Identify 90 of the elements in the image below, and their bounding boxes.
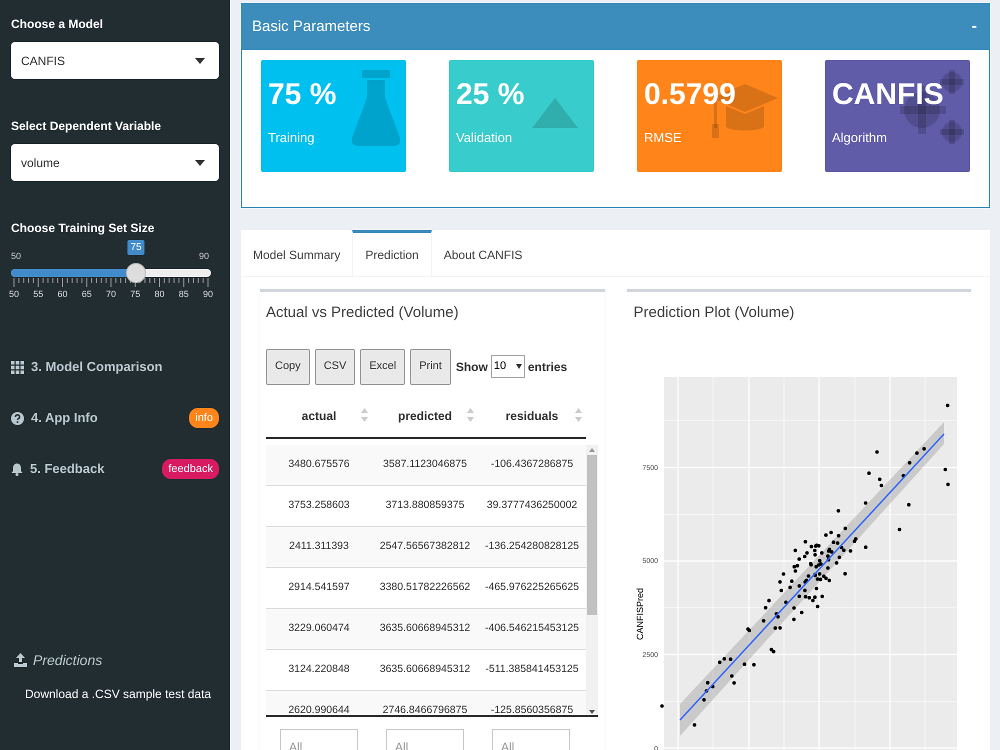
export-button[interactable]: Excel — [360, 348, 406, 384]
table-cell-text: 3587.1123046875 — [382, 456, 468, 472]
menu-badge: info — [189, 408, 219, 428]
export-button[interactable]: Print — [410, 348, 451, 384]
slider-value-label: 75 — [127, 240, 145, 255]
panel-title: Actual vs Predicted (Volume) — [266, 303, 460, 323]
column-header[interactable]: actual — [266, 406, 372, 424]
panel-title: Prediction Plot (Volume) — [634, 303, 796, 323]
slider-tick-label: 85 — [178, 288, 190, 301]
slider-tick-label: 70 — [105, 288, 117, 301]
caret-icon — [195, 58, 205, 64]
table-cell-text: -136.254280828125 — [484, 538, 580, 554]
tab[interactable]: Model Summary — [241, 230, 352, 276]
grid-icon — [11, 360, 24, 374]
triangle-icon — [532, 98, 578, 128]
slider-tick-label: 90 — [202, 288, 214, 301]
column-header[interactable]: predicted — [372, 406, 478, 424]
select-dropdown[interactable]: volume — [11, 144, 219, 181]
slider-tick-label: 60 — [56, 288, 68, 301]
section-title: Predictions — [33, 650, 102, 670]
value-box-number: 75 % — [268, 78, 336, 111]
slider-max-label: 90 — [198, 250, 209, 263]
select-dropdown[interactable]: CANFIS — [11, 42, 219, 79]
slider-min-label: 50 — [11, 250, 22, 263]
slider-tick-label: 80 — [154, 288, 166, 301]
value-box-label: RMSE — [644, 130, 682, 145]
table-cell-text: 3480.675576 — [287, 456, 351, 472]
table-cell-text: -465.976225265625 — [484, 580, 580, 595]
slider-tick-label: 55 — [32, 288, 44, 301]
table-cell-text: 2547.56567382812 — [378, 538, 472, 554]
slider-thumb[interactable] — [126, 263, 146, 283]
slider-tick-label: 50 — [8, 288, 20, 301]
caret-icon — [195, 160, 205, 166]
menu-label: 4. App Info — [31, 409, 98, 428]
value-box-label: Training — [268, 130, 314, 145]
table-cell-text: 3124.220848 — [287, 662, 351, 677]
sort-icon — [467, 408, 474, 422]
input-label: Choose Training Set Size — [11, 220, 156, 237]
upload-icon — [14, 653, 27, 667]
table-cell-text: 3713.880859375 — [384, 498, 466, 513]
table-cell-text: 2914.541597 — [287, 580, 351, 595]
table-cell-text: 3635.60668945312 — [378, 662, 472, 677]
export-button[interactable]: CSV — [314, 348, 356, 384]
slider-tick-label: 65 — [80, 288, 93, 301]
scrollbar[interactable] — [586, 444, 598, 714]
menu-item[interactable]: 5. Feedback feedback — [0, 444, 230, 494]
table-cell-text: -406.546215453125 — [484, 620, 580, 636]
menu-label: 3. Model Comparison — [31, 358, 162, 376]
bell-icon — [11, 462, 23, 476]
sort-icon — [361, 408, 368, 422]
input-label: Choose a Model — [11, 16, 104, 33]
menu-item[interactable]: 4. App Info info — [0, 392, 230, 444]
column-header[interactable]: residuals — [478, 406, 586, 424]
value-box-number: 25 % — [456, 78, 524, 111]
slider-track[interactable] — [11, 269, 211, 277]
scrollbar-thumb[interactable] — [587, 454, 597, 614]
table-cell-text: -511.385841453125 — [484, 662, 580, 677]
table-cell-text: 3753.258603 — [287, 498, 351, 513]
table-cell-text: 2746.8466796875 — [382, 702, 468, 714]
menu-item[interactable]: 3. Model Comparison — [0, 342, 230, 392]
export-button[interactable]: Copy — [266, 348, 310, 384]
table-cell-text: 3635.60668945312 — [378, 620, 472, 636]
flask-icon — [352, 70, 400, 146]
box-title: Basic Parameters — [252, 16, 370, 37]
sort-icon — [575, 408, 582, 422]
table-cell-text: 3229.060474 — [287, 620, 351, 636]
collapse-button[interactable]: - — [970, 15, 979, 39]
value-box-label: Algorithm — [832, 130, 887, 145]
slider-tick-label: 75 — [129, 288, 142, 301]
menu-badge: feedback — [162, 458, 219, 480]
input-label: Select Dependent Variable — [11, 118, 162, 135]
value-box-number: 0.5799 — [644, 78, 736, 111]
length-label: entries — [528, 358, 568, 376]
table-cell-text: 2620.990644 — [287, 702, 351, 714]
menu-label: 5. Feedback — [30, 460, 104, 478]
tab[interactable]: About CANFIS — [432, 230, 534, 276]
table-cell-text: 39.3777436250002 — [486, 498, 578, 513]
table-cell-text: -106.4367286875 — [490, 456, 574, 472]
axis-title: CANFISPred — [634, 588, 644, 640]
caret-icon — [516, 364, 522, 369]
table-cell-text: 2411.311393 — [288, 538, 350, 554]
table-cell-text: 3380.51782226562 — [378, 580, 472, 595]
download-link[interactable]: Download a .CSV sample test data — [25, 684, 216, 702]
question-icon — [11, 412, 24, 424]
value-box-label: Validation — [456, 130, 512, 145]
tab[interactable]: Prediction — [352, 230, 432, 276]
table-cell-text: -125.8560356875 — [490, 702, 574, 714]
length-label: Show — [456, 358, 488, 376]
page-length-select[interactable]: 10 — [490, 355, 525, 378]
value-box-number: CANFIS — [832, 78, 944, 111]
